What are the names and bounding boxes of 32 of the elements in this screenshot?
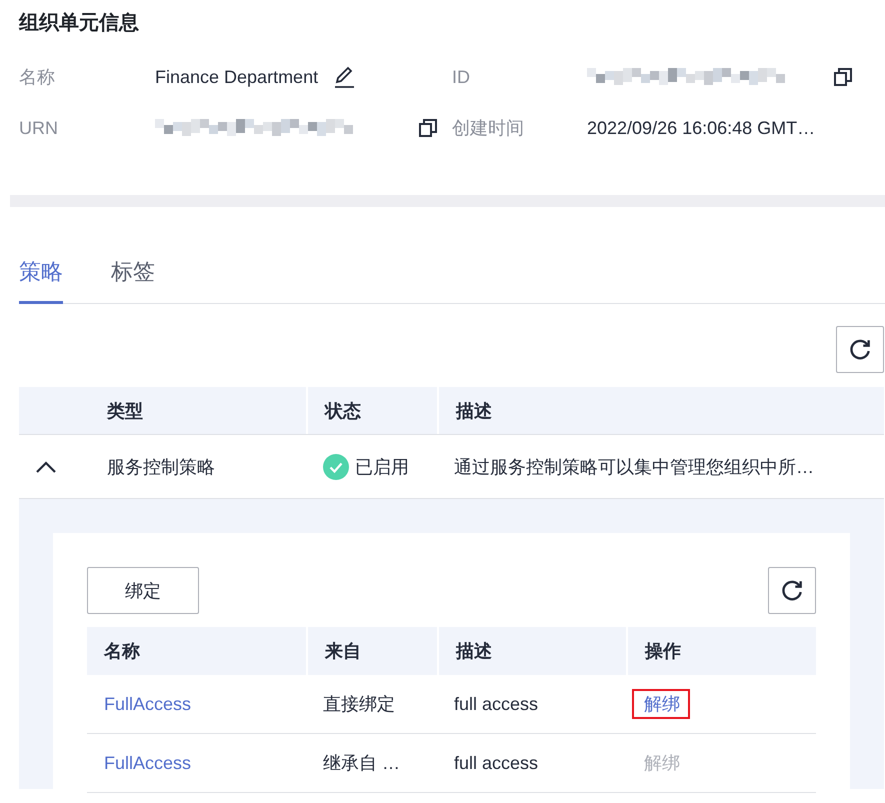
collapse-chevron-icon[interactable]: [34, 460, 56, 474]
field-value: Finance Department: [155, 66, 318, 88]
field-label: 创建时间: [452, 117, 524, 140]
table-cell-text: 通过服务控制策略可以集中管理您组织中所…: [453, 456, 815, 478]
refresh-button[interactable]: [768, 567, 816, 614]
field-label: 名称: [19, 66, 55, 89]
table-cell-text: 直接绑定: [322, 693, 396, 716]
status-text: 已启用: [355, 456, 409, 478]
policy-link[interactable]: FullAccess: [87, 694, 306, 714]
column-header: 描述: [437, 627, 626, 675]
column-header: 描述: [437, 387, 884, 434]
column-header: 名称: [102, 640, 141, 663]
column-header: 类型: [106, 400, 144, 422]
section-title: 组织单元信息: [19, 11, 139, 36]
column-header: 操作: [626, 627, 816, 675]
bind-button[interactable]: 绑定: [87, 567, 199, 614]
unbind-link[interactable]: 解绑: [632, 689, 690, 719]
column-header: 状态: [306, 387, 437, 434]
copy-icon[interactable]: [833, 67, 853, 87]
tab[interactable]: 标签: [111, 255, 155, 304]
table-cell-text: full access: [453, 752, 540, 774]
field-value: 2022/09/26 16:06:48 GMT…: [587, 118, 816, 138]
refresh-button[interactable]: [836, 326, 884, 373]
edit-icon[interactable]: [332, 65, 356, 89]
table-cell-text: 继承自 …: [322, 752, 402, 775]
column-header: 来自: [306, 627, 437, 675]
field-label: ID: [452, 66, 470, 88]
field-label: URN: [19, 118, 58, 138]
table-cell-text: 服务控制策略: [106, 456, 216, 478]
tab[interactable]: 策略: [19, 255, 63, 304]
table-cell-text: full access: [453, 694, 540, 714]
copy-icon[interactable]: [418, 118, 438, 138]
